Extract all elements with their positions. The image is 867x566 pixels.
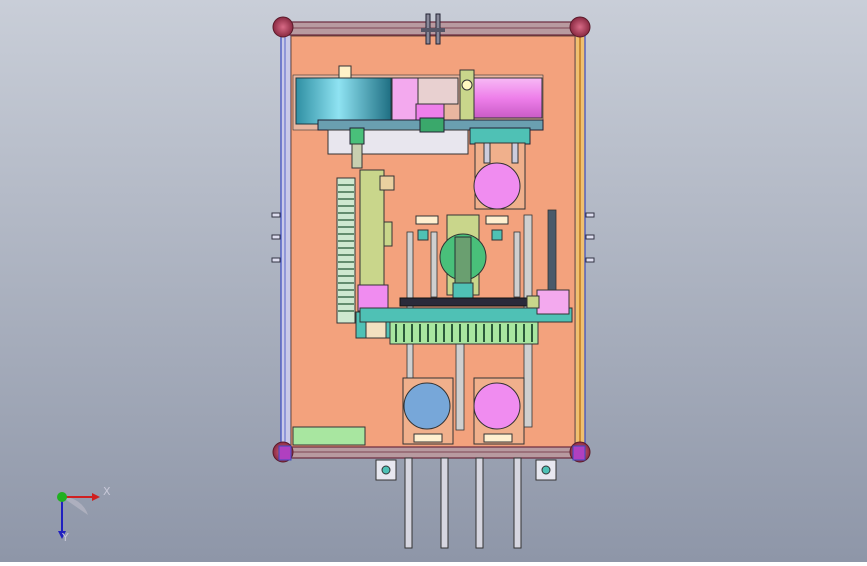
3d-viewport[interactable]: X Y Z	[0, 0, 867, 562]
corner-knob-tr	[569, 16, 591, 38]
coordinate-triad: X Y Z	[40, 475, 120, 550]
green-control-box	[292, 426, 366, 446]
pink-cylinder-right	[473, 77, 543, 119]
pink-block-lower-left	[357, 284, 389, 312]
corner-knob-tl	[272, 16, 294, 38]
pink-disc-top	[473, 162, 521, 210]
disc-unit-top	[473, 142, 526, 210]
frame-bottom-rail	[280, 446, 586, 459]
disc-unit-lower-left	[402, 377, 454, 445]
cad-model-view[interactable]	[0, 0, 867, 562]
pink-block-left	[391, 77, 419, 125]
blue-disc	[403, 382, 451, 430]
triad-y-label: Y	[62, 531, 69, 544]
pink-disc-lower	[473, 382, 521, 430]
roller-drum	[295, 77, 392, 125]
triad-x-label: X	[103, 485, 111, 498]
disc-unit-lower-right	[473, 377, 525, 445]
frame-left-rail	[280, 25, 292, 455]
